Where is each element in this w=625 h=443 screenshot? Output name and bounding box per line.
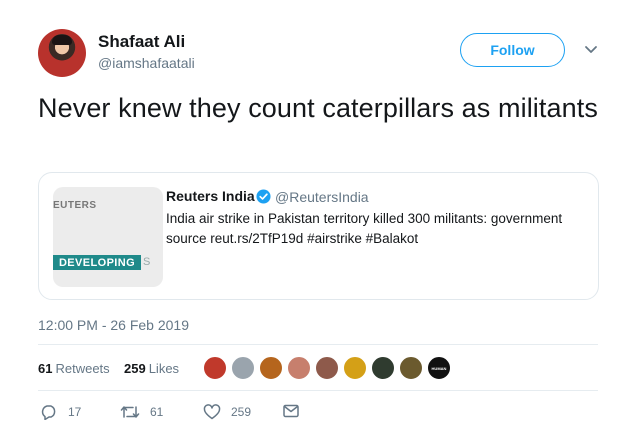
quoted-tweet-text: India air strike in Pakistan territory k… xyxy=(166,211,563,246)
follow-button[interactable]: Follow xyxy=(460,33,565,67)
like-count: 259 xyxy=(231,405,252,419)
heart-icon xyxy=(203,404,221,420)
liker-avatar[interactable] xyxy=(315,356,339,380)
thumbnail-brand-text: EUTERS xyxy=(53,200,97,211)
likes-count: 259 xyxy=(124,361,146,376)
retweet-count: 61 xyxy=(150,405,164,419)
stats-bottom-divider xyxy=(38,390,598,391)
retweets-label: Retweets xyxy=(55,361,110,376)
quoted-thumbnail: EUTERS DEVELOPING S xyxy=(53,187,163,287)
liker-avatars: HUMAN xyxy=(203,356,451,380)
likes-label: Likes xyxy=(148,361,180,376)
quoted-source-handle[interactable]: @ReutersIndia xyxy=(275,189,369,205)
liker-avatar[interactable] xyxy=(231,356,255,380)
retweets-stat[interactable]: 61 Retweets xyxy=(38,361,110,376)
stats-top-divider xyxy=(38,344,598,345)
direct-message-action[interactable] xyxy=(283,404,309,418)
liker-avatar[interactable] xyxy=(343,356,367,380)
tweet-timestamp[interactable]: 12:00 PM - 26 Feb 2019 xyxy=(38,317,189,333)
liker-avatar-text: HUMAN xyxy=(431,365,447,371)
liker-avatar[interactable] xyxy=(399,356,423,380)
liker-avatar[interactable]: HUMAN xyxy=(427,356,451,380)
liker-avatar[interactable] xyxy=(287,356,311,380)
thumbnail-band-tail: S xyxy=(143,256,151,268)
verified-badge-icon xyxy=(256,189,271,204)
author-handle[interactable]: @iamshafaatali xyxy=(98,55,195,71)
like-action[interactable]: 259 xyxy=(203,404,251,420)
liker-avatar[interactable] xyxy=(371,356,395,380)
author-avatar[interactable] xyxy=(38,29,86,77)
retweet-icon xyxy=(120,406,140,418)
liker-avatar[interactable] xyxy=(203,356,227,380)
quoted-tweet-card[interactable]: EUTERS DEVELOPING S Reuters India @Reute… xyxy=(38,172,599,300)
reply-icon xyxy=(41,405,56,420)
quoted-source-name[interactable]: Reuters India xyxy=(166,188,255,204)
retweet-action[interactable]: 61 xyxy=(120,404,163,420)
likes-stat[interactable]: 259 Likes xyxy=(124,361,179,376)
tweet-text: Never knew they count caterpillars as mi… xyxy=(38,93,598,123)
envelope-icon xyxy=(283,404,299,418)
reply-action[interactable]: 17 xyxy=(40,404,81,420)
chevron-down-icon[interactable] xyxy=(582,40,600,58)
retweets-count: 61 xyxy=(38,361,53,376)
reply-count: 17 xyxy=(68,405,82,419)
thumbnail-developing-band: DEVELOPING xyxy=(53,255,141,270)
liker-avatar[interactable] xyxy=(259,356,283,380)
author-name[interactable]: Shafaat Ali xyxy=(98,32,185,52)
